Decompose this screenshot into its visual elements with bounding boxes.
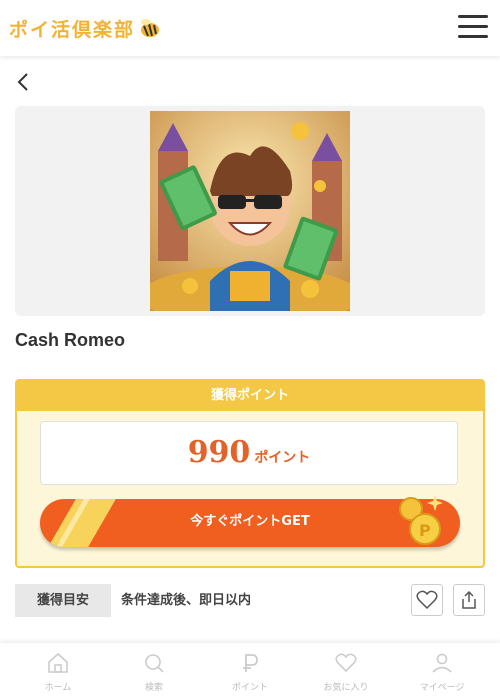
nav-item-points[interactable]: ポイント <box>202 643 298 700</box>
points-value: 990 <box>187 435 251 470</box>
rule-tag: 獲得目安 <box>15 584 111 617</box>
nav-item-favorites[interactable]: お気に入り <box>298 643 394 700</box>
offer-image <box>150 111 350 311</box>
share-icon <box>462 590 476 609</box>
rule-text: 条件達成後、即日以内 <box>121 593 252 608</box>
share-button[interactable] <box>453 584 485 616</box>
logo-text: ポイ活倶楽部 <box>9 18 136 41</box>
heart-icon <box>416 590 438 610</box>
favorite-button[interactable] <box>411 584 443 616</box>
points-display: 990 ポイント <box>40 421 458 485</box>
points-panel: 獲得ポイント 990 ポイント 今すぐポイントGET P <box>15 379 485 568</box>
nav-label-search: 検索 <box>144 683 163 693</box>
coins-icon: P <box>399 495 443 545</box>
offer-image-card <box>15 106 485 316</box>
points-heading: 獲得ポイント <box>17 381 483 411</box>
home-icon <box>48 652 68 673</box>
nav-item-mypage[interactable]: マイページ <box>394 643 490 700</box>
user-icon <box>432 653 452 673</box>
nav-item-search[interactable]: 検索 <box>106 643 202 700</box>
bottom-nav: ホーム 検索 ポイント お気に入り マイページ <box>0 643 500 700</box>
nav-item-home[interactable]: ホーム <box>10 643 106 700</box>
nav-label-points: ポイント <box>231 683 268 693</box>
nav-label-favorites: お気に入り <box>323 683 369 693</box>
nav-label-mypage: マイページ <box>419 683 465 693</box>
bee-icon <box>141 19 160 37</box>
point-icon <box>243 654 258 672</box>
offer-title: Cash Romeo <box>15 330 126 350</box>
header: ポイ活倶楽部 <box>0 0 500 56</box>
search-icon <box>145 654 164 673</box>
back-arrow-icon[interactable] <box>14 70 34 94</box>
menu-icon[interactable] <box>458 13 488 41</box>
svg-text:P: P <box>419 521 431 540</box>
nav-label-home: ホーム <box>44 683 72 693</box>
logo[interactable]: ポイ活倶楽部 <box>9 14 162 42</box>
heart-icon <box>335 653 357 673</box>
points-unit: ポイント <box>254 450 311 466</box>
